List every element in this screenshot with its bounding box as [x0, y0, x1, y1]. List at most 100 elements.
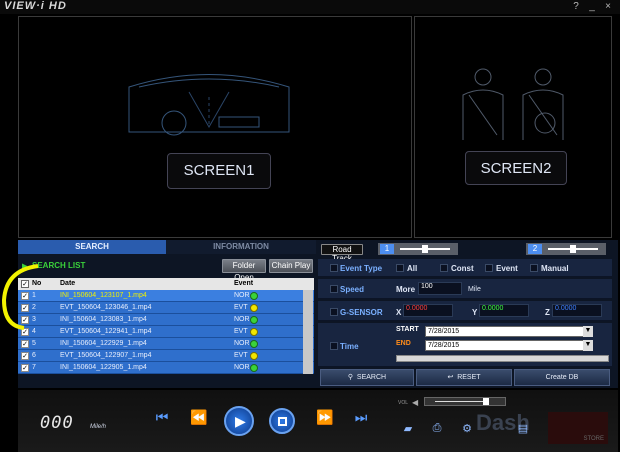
- passengers-illustration: [462, 68, 564, 140]
- gsensor-label: G-SENSOR: [340, 308, 383, 317]
- event-checkbox[interactable]: [485, 264, 493, 272]
- row-event: EVT: [234, 352, 248, 359]
- row-checkbox[interactable]: ✓: [21, 340, 29, 348]
- col-date-header[interactable]: Date: [60, 280, 75, 287]
- volume-icon: ◀: [412, 398, 419, 407]
- slider-handle[interactable]: [422, 245, 428, 253]
- store-badge[interactable]: STORE: [548, 412, 608, 444]
- table-row[interactable]: ✓ 2 EVT_150604_123046_1.mp4 EVT: [18, 302, 314, 314]
- speed-checkbox[interactable]: [330, 285, 338, 293]
- search-icon: ⚲: [347, 374, 354, 381]
- start-dropdown-icon[interactable]: ▼: [583, 326, 593, 337]
- const-checkbox[interactable]: [440, 264, 448, 272]
- table-row[interactable]: ✓ 1 INI_150604_123107_1.mp4 NOR: [18, 290, 314, 302]
- help-button[interactable]: ?: [571, 1, 581, 12]
- stop-icon: [278, 417, 287, 426]
- info-icon[interactable]: ▤: [516, 422, 530, 436]
- status-dot-icon: [250, 292, 258, 300]
- rewind-icon[interactable]: ⏪: [190, 409, 208, 426]
- time-range-bar[interactable]: [396, 355, 609, 362]
- store-label: STORE: [583, 436, 604, 442]
- status-dot-icon: [250, 364, 258, 372]
- reset-button-label: RESET: [457, 374, 481, 381]
- speed-display-unit: Mile/h: [90, 424, 107, 430]
- speed-label: Speed: [340, 285, 365, 294]
- fast-forward-icon[interactable]: ⏩: [316, 409, 334, 426]
- search-button[interactable]: ⚲ SEARCH: [320, 369, 414, 386]
- folder-icon[interactable]: ▰: [401, 422, 415, 436]
- table-header: ✓ No Date Event: [18, 278, 314, 290]
- event-type-label: Event Type: [340, 264, 383, 273]
- end-dropdown-icon[interactable]: ▼: [583, 340, 593, 351]
- screen1-view[interactable]: SCREEN1: [18, 16, 412, 238]
- table-scrollbar[interactable]: [303, 290, 313, 374]
- table-row[interactable]: ✓ 4 EVT_150604_122941_1.mp4 EVT: [18, 326, 314, 338]
- track2-number: 2: [528, 244, 542, 254]
- close-button[interactable]: ×: [603, 1, 613, 12]
- all-checkbox[interactable]: [396, 264, 404, 272]
- create-db-button[interactable]: Create DB: [514, 369, 610, 386]
- status-dot-icon: [250, 316, 258, 324]
- volume-handle[interactable]: [483, 398, 489, 405]
- gsensor-checkbox[interactable]: [330, 308, 338, 316]
- time-label: Time: [340, 342, 359, 351]
- search-button-label: SEARCH: [356, 374, 387, 381]
- play-icon: ▶: [235, 413, 246, 429]
- dashboard-illustration: [128, 74, 290, 136]
- speed-display: 000: [40, 413, 74, 433]
- minimize-button[interactable]: _: [587, 1, 597, 12]
- event-type-checkbox[interactable]: [330, 264, 338, 272]
- screen1-label: SCREEN1: [167, 153, 271, 189]
- table-row[interactable]: ✓ 7 INI_150604_122905_1.mp4 NOR: [18, 362, 314, 374]
- start-date-input[interactable]: 7/28/2015: [425, 326, 593, 337]
- reset-button[interactable]: ↩ RESET: [416, 369, 512, 386]
- gsensor-x-input[interactable]: 0.0000: [403, 304, 453, 317]
- status-dot-icon: [250, 340, 258, 348]
- row-event: EVT: [234, 328, 248, 335]
- track1-slider[interactable]: 1: [378, 243, 458, 255]
- const-label: Const: [451, 264, 474, 273]
- manual-checkbox[interactable]: [530, 264, 538, 272]
- skip-back-icon[interactable]: ⏮: [153, 409, 171, 426]
- row-no: 7: [32, 364, 36, 371]
- stop-button[interactable]: [269, 408, 295, 434]
- row-checkbox[interactable]: ✓: [21, 364, 29, 372]
- screen2-view[interactable]: SCREEN2: [414, 16, 612, 238]
- gsensor-z-label: Z: [545, 308, 550, 317]
- gsensor-y-input[interactable]: 0.0000: [479, 304, 529, 317]
- end-label: END: [396, 340, 411, 347]
- row-event: NOR: [234, 340, 250, 347]
- table-row[interactable]: ✓ 5 INI_150604_122929_1.mp4 NOR: [18, 338, 314, 350]
- app-title: VIEW·i HD: [4, 0, 67, 12]
- status-dot-icon: [250, 352, 258, 360]
- col-event-header[interactable]: Event: [234, 280, 253, 287]
- skip-forward-icon[interactable]: ⏭: [352, 409, 370, 426]
- end-date-input[interactable]: 7/28/2015: [425, 340, 593, 351]
- gsensor-z-input[interactable]: 0.0000: [552, 304, 602, 317]
- speed-unit: Mile: [468, 286, 481, 293]
- settings-icon[interactable]: ⚙: [460, 422, 474, 436]
- table-row[interactable]: ✓ 6 EVT_150604_122907_1.mp4 EVT: [18, 350, 314, 362]
- tab-information[interactable]: INFORMATION: [166, 240, 316, 254]
- title-bar: [0, 0, 620, 14]
- reset-icon: ↩: [447, 374, 454, 381]
- volume-slider[interactable]: [424, 397, 506, 406]
- annotation-circle: [1, 264, 39, 330]
- chain-play-button[interactable]: Chain Play: [269, 259, 313, 273]
- table-row[interactable]: ✓ 3 INI_150604_123083_1.mp4 NOR: [18, 314, 314, 326]
- row-event: NOR: [234, 364, 250, 371]
- time-checkbox[interactable]: [330, 342, 338, 350]
- slider-handle[interactable]: [570, 245, 576, 253]
- row-checkbox[interactable]: ✓: [21, 352, 29, 360]
- play-button[interactable]: ▶: [224, 406, 254, 436]
- row-date: EVT_150604_122907_1.mp4: [60, 352, 152, 359]
- tab-search[interactable]: SEARCH: [18, 240, 166, 254]
- manual-label: Manual: [541, 264, 569, 273]
- speed-input[interactable]: 100: [418, 282, 462, 295]
- track2-slider[interactable]: 2: [526, 243, 606, 255]
- print-icon[interactable]: ⎙: [430, 422, 444, 436]
- screen2-label: SCREEN2: [465, 151, 567, 185]
- folder-open-button[interactable]: Folder Open: [222, 259, 266, 282]
- row-event: EVT: [234, 304, 248, 311]
- road-track-button[interactable]: Road Track: [321, 244, 363, 263]
